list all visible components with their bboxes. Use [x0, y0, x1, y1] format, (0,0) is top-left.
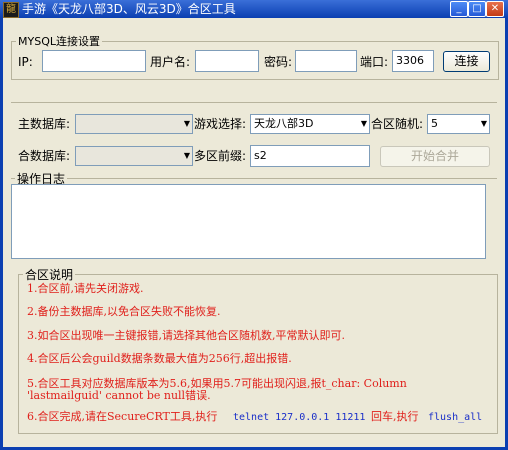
- chevron-down-icon: ▼: [360, 119, 367, 128]
- mysql-group-title: MYSQL连接设置: [18, 35, 100, 48]
- window-title: 手游《天龙八部3D、风云3D》合区工具: [22, 2, 236, 16]
- game-select-value: 天龙八部3D: [254, 117, 314, 130]
- window-border-left: [0, 18, 3, 450]
- chevron-down-icon: ▼: [480, 119, 487, 128]
- main-db-select[interactable]: ▼: [75, 114, 193, 134]
- note-item: 6.合区完成,请在SecureCRT工具,执行: [27, 410, 218, 423]
- port-label: 端口:: [360, 55, 389, 69]
- merge-db-select[interactable]: ▼: [75, 146, 193, 166]
- connect-button[interactable]: 连接: [443, 51, 490, 72]
- chevron-down-icon: ▼: [183, 151, 190, 160]
- note-item: 1.合区前,请先关闭游戏.: [27, 282, 144, 295]
- random-select[interactable]: 5 ▼: [427, 114, 490, 134]
- app-logo-icon: 龍: [3, 2, 19, 18]
- ip-input[interactable]: [42, 50, 146, 72]
- close-button[interactable]: ✕: [486, 1, 504, 17]
- game-select[interactable]: 天龙八部3D ▼: [250, 114, 370, 134]
- merge-db-label: 合数据库:: [18, 149, 71, 163]
- flush-command: flush_all: [428, 412, 483, 423]
- minimize-button[interactable]: _: [450, 1, 468, 17]
- password-label: 密码:: [264, 55, 293, 69]
- username-label: 用户名:: [150, 55, 191, 69]
- telnet-command: telnet 127.0.0.1 11211: [233, 412, 366, 423]
- start-merge-button[interactable]: 开始合并: [380, 146, 490, 167]
- main-db-label: 主数据库:: [18, 117, 71, 131]
- log-textarea[interactable]: [11, 184, 486, 259]
- note-item: 2.备份主数据库,以免合区失败不能恢复.: [27, 305, 221, 318]
- prefix-input[interactable]: s2: [250, 145, 370, 167]
- random-select-value: 5: [431, 117, 438, 130]
- ip-label: IP:: [18, 55, 33, 69]
- prefix-label: 多区前缀:: [194, 149, 247, 163]
- note-item-continued: 回车,执行: [371, 410, 419, 423]
- merge-section-divider: [11, 102, 497, 103]
- password-input[interactable]: [295, 50, 357, 72]
- username-input[interactable]: [195, 50, 259, 72]
- game-select-label: 游戏选择:: [194, 117, 247, 131]
- notes-group-title: 合区说明: [25, 268, 74, 282]
- note-item: 3.如合区出现唯一主键报错,请选择其他合区随机数,平常默认即可.: [27, 329, 345, 342]
- random-label: 合区随机:: [371, 117, 424, 131]
- note-item: 'lastmailguid' cannot be null错误.: [27, 389, 211, 402]
- chevron-down-icon: ▼: [183, 119, 190, 128]
- port-input[interactable]: 3306: [392, 50, 434, 72]
- note-item: 4.合区后公会guild数据条数最大值为256行,超出报错.: [27, 352, 292, 365]
- title-bar[interactable]: 龍 手游《天龙八部3D、风云3D》合区工具 _ □ ✕: [0, 0, 508, 18]
- maximize-button[interactable]: □: [468, 1, 486, 17]
